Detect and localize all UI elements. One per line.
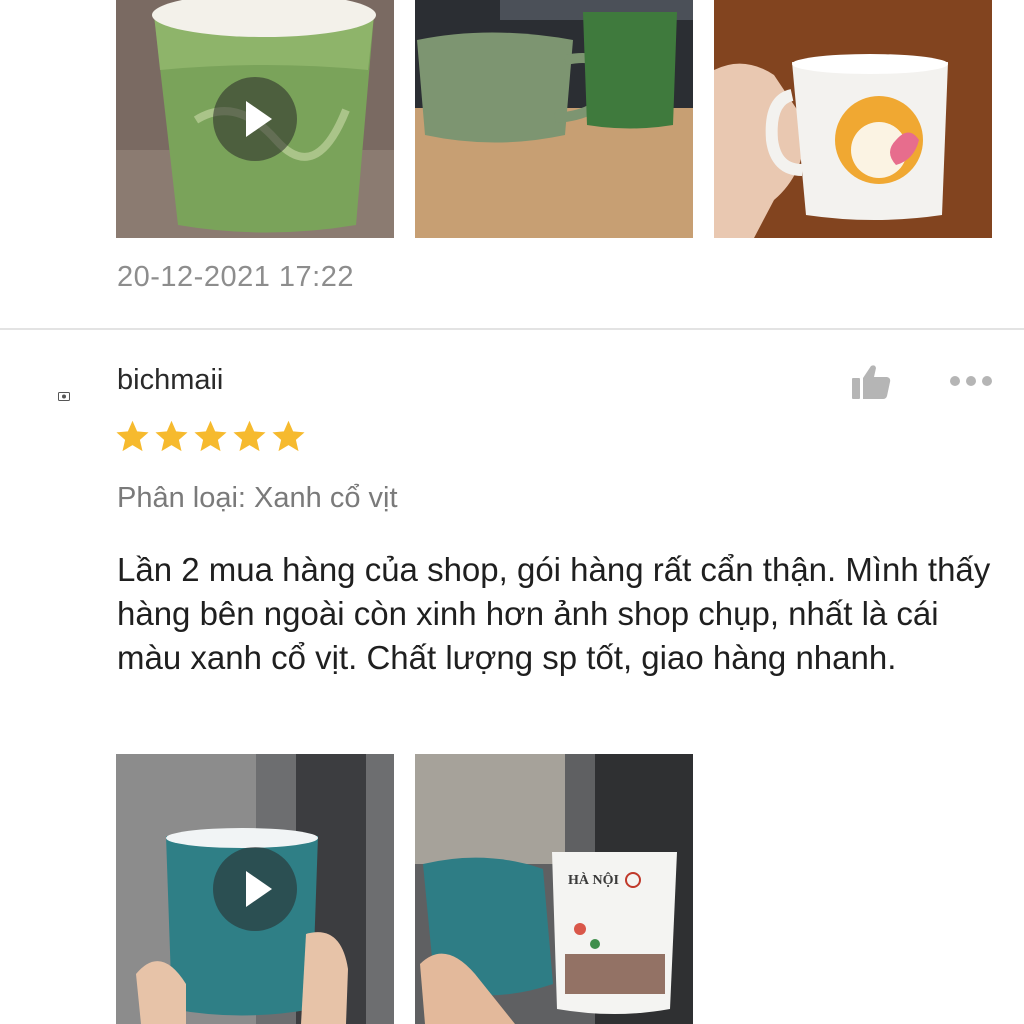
teal-and-hanoi-mugs-image: HÀ NỘI — [415, 754, 693, 1024]
more-options-icon[interactable] — [948, 374, 994, 388]
review-video-thumbnail[interactable] — [116, 0, 394, 238]
review-image-thumbnail[interactable] — [415, 0, 693, 238]
review-image-thumbnail[interactable]: HÀ NỘI — [415, 754, 693, 1024]
star-icon — [233, 420, 266, 452]
review-timestamp: 20-12-2021 17:22 — [117, 261, 354, 293]
avatar-icon-graphic — [58, 392, 70, 401]
star-icon — [116, 420, 149, 452]
review-image-thumbnail[interactable] — [714, 0, 992, 238]
cat-mug-image — [714, 0, 992, 238]
play-icon[interactable] — [213, 77, 297, 161]
star-icon — [155, 420, 188, 452]
star-icon — [194, 420, 227, 452]
reviewer-username[interactable]: bichmaii — [117, 364, 223, 397]
star-rating — [114, 418, 307, 455]
more-options-icon-graphic — [950, 376, 992, 386]
review-video-thumbnail[interactable] — [116, 754, 394, 1024]
avatar-icon[interactable] — [58, 388, 70, 401]
review-comment: Lần 2 mua hàng của shop, gói hàng rất cẩ… — [117, 551, 991, 676]
green-cups-image — [415, 0, 693, 238]
play-icon[interactable] — [213, 847, 297, 931]
star-icon — [272, 420, 305, 452]
thumbs-up-icon-graphic — [852, 365, 891, 399]
product-variation: Phân loại: Xanh cổ vịt — [117, 482, 398, 514]
thumbs-up-icon[interactable] — [851, 364, 891, 400]
review-divider — [0, 328, 1024, 330]
svg-text:HÀ NỘI: HÀ NỘI — [568, 871, 619, 888]
